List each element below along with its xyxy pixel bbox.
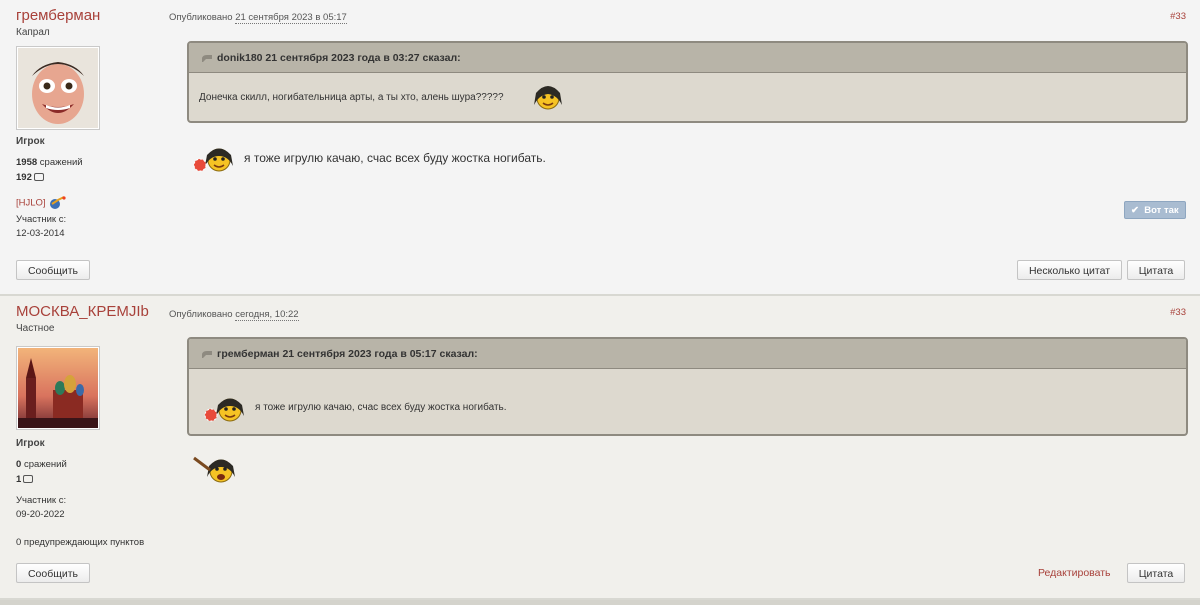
quote-text: Донечка скилл, ногибательница арты, а ты… xyxy=(199,92,504,103)
author-name[interactable]: МОСКВА_КРЕМJIb xyxy=(16,302,166,322)
clan-emblem-icon xyxy=(50,196,66,209)
smiley-icon xyxy=(534,86,562,110)
forum-post: МОСКВА_КРЕМJIb Частное Игрок 0 сражений xyxy=(0,296,1200,600)
avatar[interactable] xyxy=(16,346,100,430)
quote-author: donik180 21 сентября 2023 года в 03:27 с… xyxy=(217,52,461,64)
battles-label: сражений xyxy=(23,459,67,470)
avatar-image xyxy=(18,348,98,428)
quote-block: donik180 21 сентября 2023 года в 03:27 с… xyxy=(187,41,1188,123)
published-date[interactable]: 21 сентября 2023 в 05:17 xyxy=(235,12,347,24)
post-number[interactable]: #33 xyxy=(1170,11,1186,22)
report-button[interactable]: Сообщить xyxy=(16,563,90,583)
comments-count: 192 xyxy=(16,172,44,183)
quote-header: гремберман 21 сентября 2023 года в 05:17… xyxy=(189,339,1186,369)
clan-tag[interactable]: [HJLO] xyxy=(16,196,68,210)
author-rank: Частное xyxy=(16,323,55,334)
quote-header: donik180 21 сентября 2023 года в 03:27 с… xyxy=(189,43,1186,73)
comment-bubble-icon xyxy=(23,475,34,483)
member-since-date: 12-03-2014 xyxy=(16,228,65,239)
smiley-icon xyxy=(204,398,244,422)
post-number[interactable]: #33 xyxy=(1170,307,1186,318)
battles-label: сражений xyxy=(39,157,83,168)
user-group: Игрок xyxy=(16,136,45,147)
quote-body: я тоже игрулю качаю, счас всех буду жост… xyxy=(189,369,1186,434)
clan-tag-label: [HJLO] xyxy=(16,197,46,209)
published-info: Опубликовано сегодня, 10:22 xyxy=(169,309,299,321)
avatar[interactable] xyxy=(16,46,100,130)
edit-link[interactable]: Редактировать xyxy=(1038,567,1111,579)
warning-points[interactable]: 0 предупреждающих пунктов xyxy=(16,537,144,548)
member-since-date: 09-20-2022 xyxy=(16,509,65,520)
forum-post: гремберман Капрал Игрок 1958 сражений 19… xyxy=(0,0,1200,296)
checkmark-icon: ✔ xyxy=(1131,205,1139,216)
battles-value: 1958 xyxy=(16,157,38,168)
quote-text: я тоже игрулю качаю, счас всех буду жост… xyxy=(255,402,507,413)
battles-value: 0 xyxy=(16,459,22,470)
like-button[interactable]: ✔ Вот так xyxy=(1124,201,1186,219)
smiley-icon xyxy=(193,148,233,172)
comment-bubble-icon xyxy=(33,173,44,181)
member-since-label: Участник с: xyxy=(16,495,67,506)
multiquote-button[interactable]: Несколько цитат xyxy=(1017,260,1122,280)
published-label: Опубликовано xyxy=(169,12,233,23)
comments-value: 192 xyxy=(16,172,32,183)
quote-icon xyxy=(202,54,212,62)
author-panel: МОСКВА_КРЕМJIb Частное Игрок 0 сражений xyxy=(16,302,166,548)
author-rank: Капрал xyxy=(16,27,50,38)
quote-block: гремберман 21 сентября 2023 года в 05:17… xyxy=(187,337,1188,436)
user-group: Игрок xyxy=(16,438,45,449)
published-info: Опубликовано 21 сентября 2023 в 05:17 xyxy=(169,12,347,24)
quote-button[interactable]: Цитата xyxy=(1127,563,1185,583)
report-button[interactable]: Сообщить xyxy=(16,260,90,280)
battles-count: 0 сражений xyxy=(16,459,67,470)
avatar-image xyxy=(18,48,98,128)
post-text: я тоже игрулю качаю, счас всех буду жост… xyxy=(244,151,546,165)
published-date[interactable]: сегодня, 10:22 xyxy=(235,309,299,321)
divider xyxy=(0,600,1200,605)
quote-icon xyxy=(202,350,212,358)
author-panel: гремберман Капрал Игрок 1958 сражений 19… xyxy=(16,6,166,239)
quote-author: гремберман 21 сентября 2023 года в 05:17… xyxy=(217,348,478,360)
battles-count: 1958 сражений xyxy=(16,157,83,168)
published-label: Опубликовано xyxy=(169,309,233,320)
quote-body: Донечка скилл, ногибательница арты, а ты… xyxy=(189,73,1186,121)
author-name[interactable]: гремберман xyxy=(16,6,166,26)
member-since-label: Участник с: xyxy=(16,214,67,225)
smiley-icon xyxy=(193,456,235,483)
comments-value: 1 xyxy=(16,474,22,485)
comments-count: 1 xyxy=(16,474,34,485)
like-label: Вот так xyxy=(1144,205,1179,216)
quote-button[interactable]: Цитата xyxy=(1127,260,1185,280)
